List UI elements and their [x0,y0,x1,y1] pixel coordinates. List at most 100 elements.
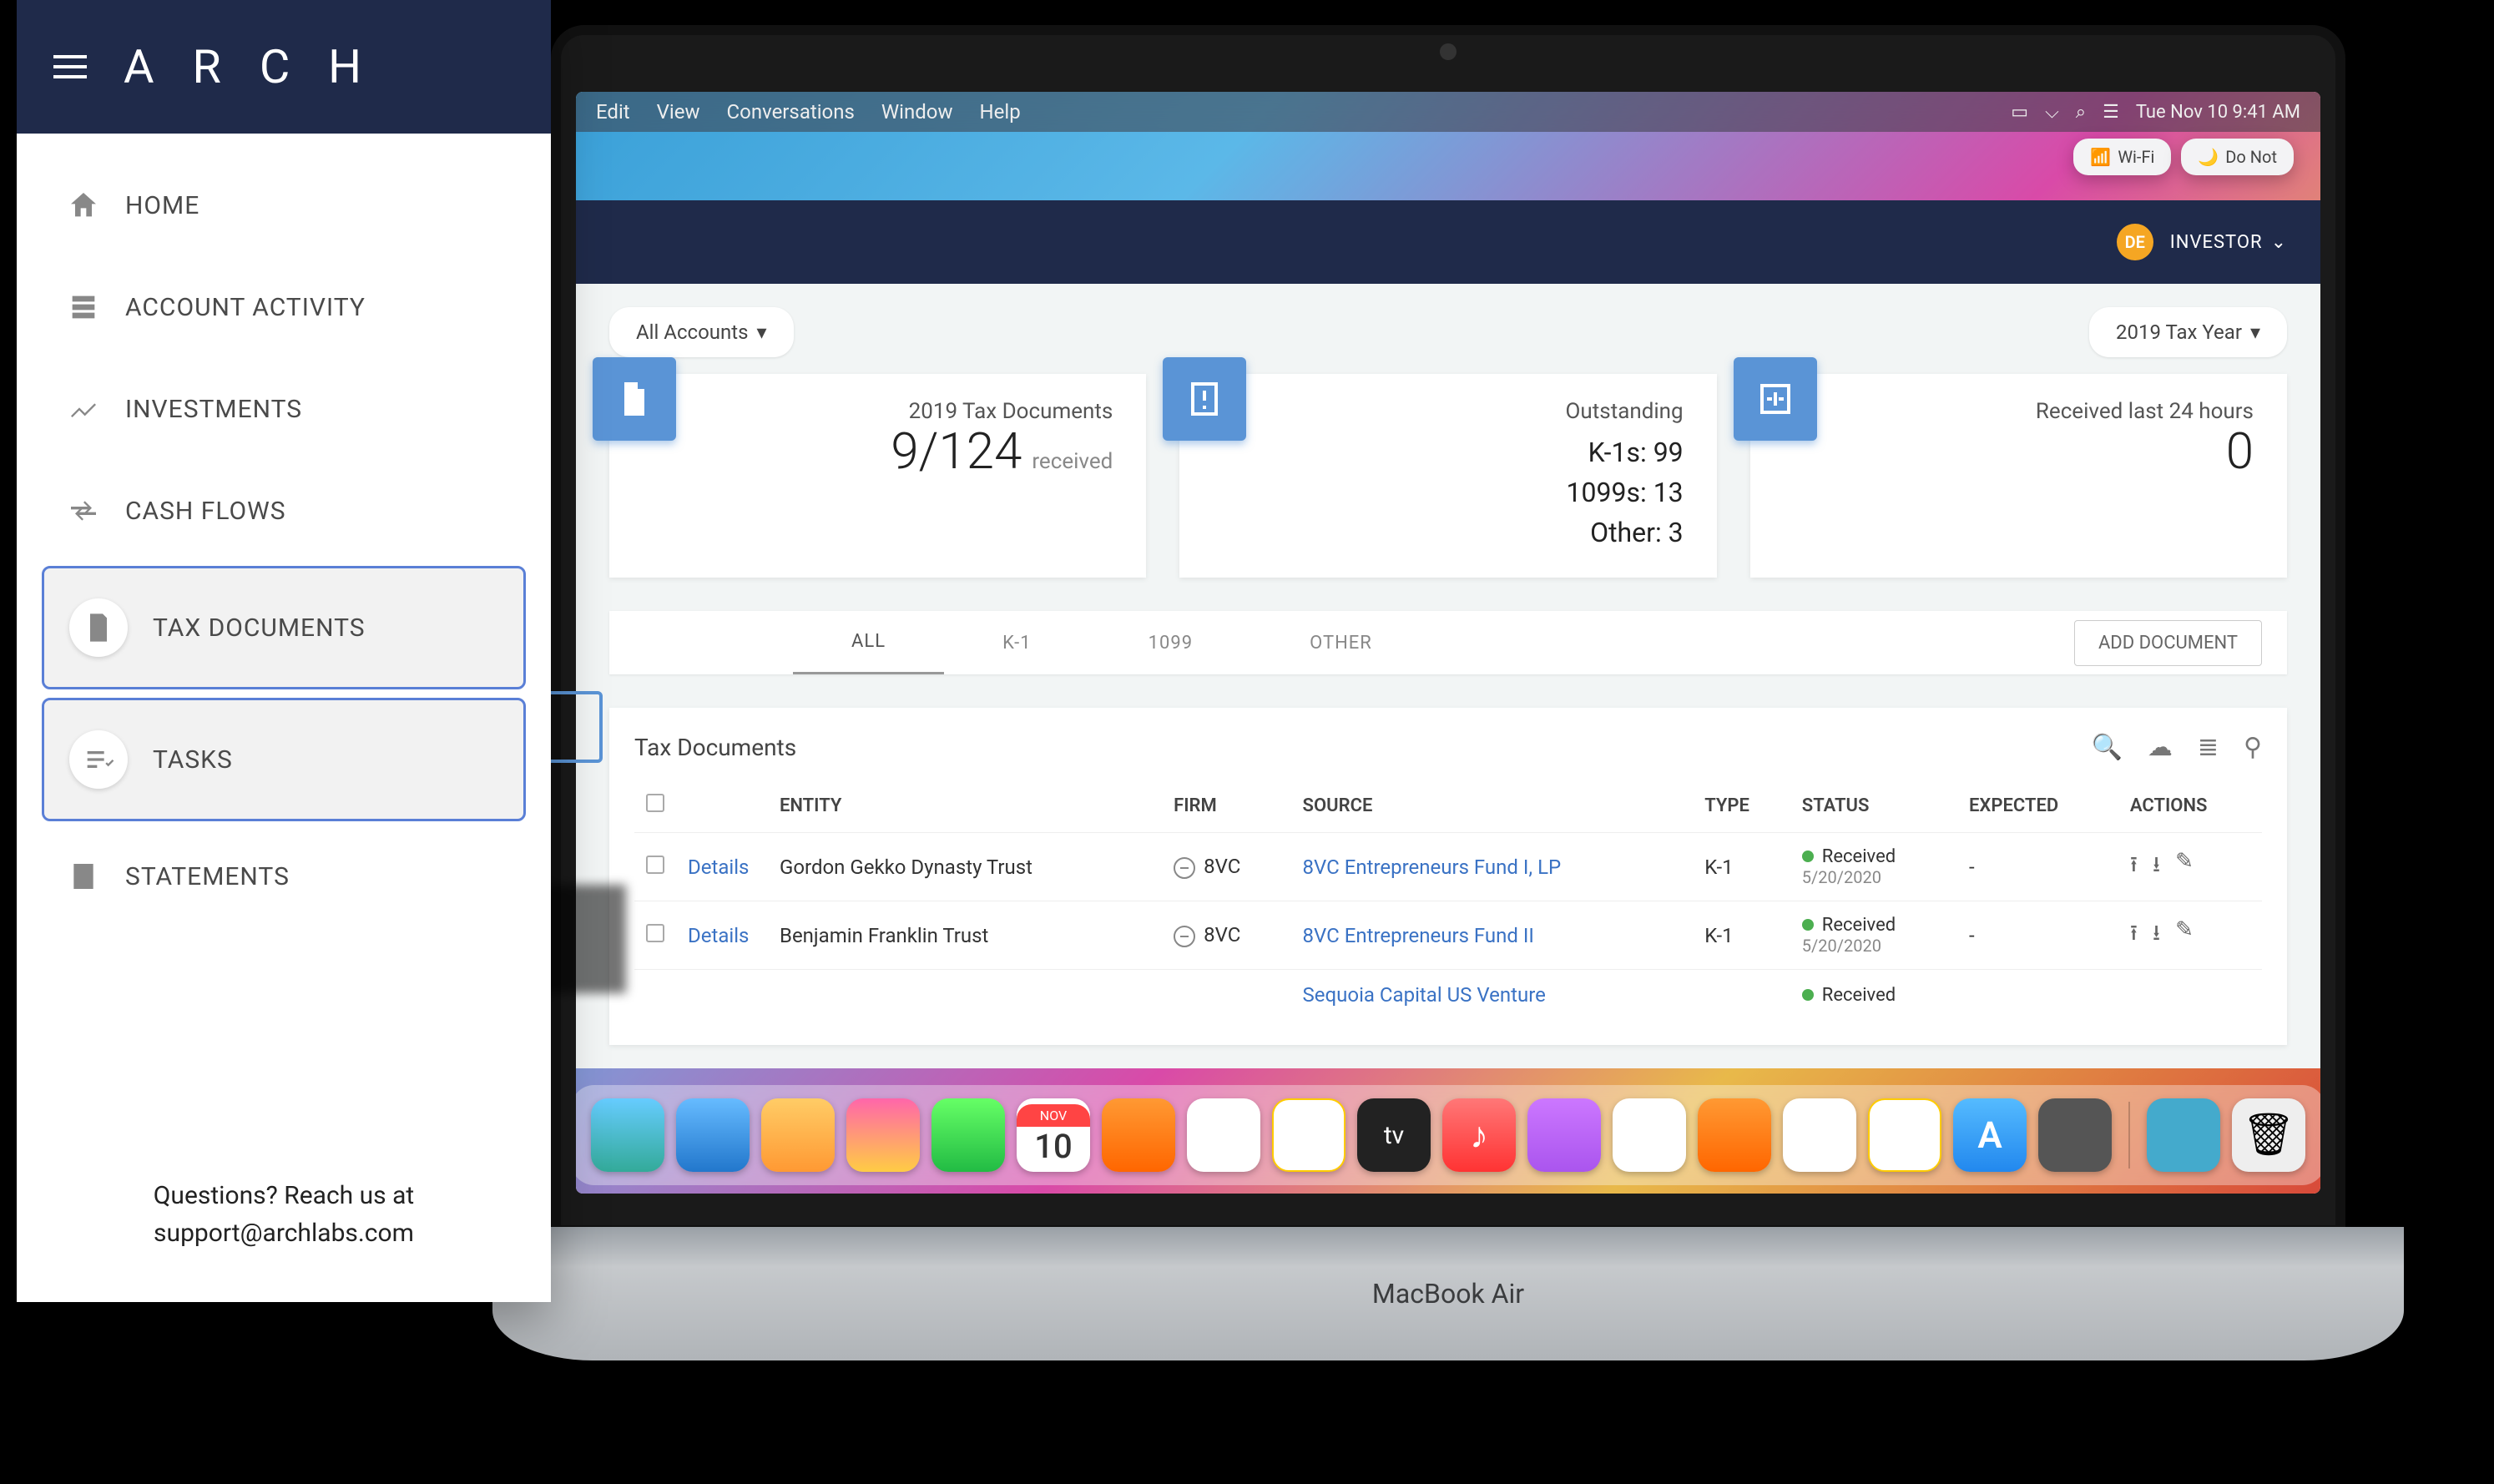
col-status[interactable]: STATUS [1790,779,1957,833]
dock-app-settings[interactable] [2038,1098,2112,1172]
col-type[interactable]: TYPE [1693,779,1790,833]
dock-app-tv[interactable]: tv [1357,1098,1431,1172]
dock-app-news[interactable] [1613,1098,1686,1172]
col-source[interactable]: SOURCE [1291,779,1694,833]
cell-source[interactable]: 8VC Entrepreneurs Fund I, LP [1291,833,1694,901]
support-line1: Questions? Reach us at [50,1177,517,1214]
tab-other[interactable]: OTHER [1251,613,1431,674]
cell-entity: Gordon Gekko Dynasty Trust [768,833,1162,901]
dock-app-reminders[interactable] [1187,1098,1260,1172]
sidebar-item-statements[interactable]: STATEMENTS [42,830,526,923]
dock-app-pages[interactable] [1868,1098,1941,1172]
menubar-item[interactable]: Help [980,100,1021,124]
sidebar-item-home[interactable]: HOME [42,159,526,252]
sidebar-item-tasks[interactable]: TASKS [42,698,526,821]
upload-icon[interactable]: ⭱ [2130,849,2138,886]
upload-icon[interactable]: ⭱ [2130,917,2138,954]
menubar-item[interactable]: View [657,100,700,124]
menubar-item[interactable]: Window [881,100,953,124]
menubar-item[interactable]: Edit [596,100,630,124]
alert-icon [1163,357,1246,441]
select-all-checkbox[interactable] [646,794,664,812]
row-checkbox[interactable] [646,924,664,942]
col-firm[interactable]: FIRM [1162,779,1290,833]
cell-firm: 8VC [1162,833,1290,901]
col-entity[interactable]: ENTITY [768,779,1162,833]
cell-expected: - [1957,901,2118,970]
year-filter[interactable]: 2019 Tax Year▾ [2089,307,2287,357]
caret-down-icon: ▾ [756,321,766,344]
menubar-item[interactable]: Conversations [727,100,855,124]
sidebar-footer: Questions? Reach us at support@archlabs.… [17,1152,551,1302]
cell-type: K-1 [1693,901,1790,970]
search-icon[interactable]: ⌕ [2076,102,2086,123]
dock-app-downloads[interactable] [2147,1098,2220,1172]
sidebar-item-investments[interactable]: INVESTMENTS [42,362,526,456]
status-dot-icon [1802,851,1814,862]
dock-app-keynote[interactable] [1698,1098,1771,1172]
tab-k1[interactable]: K-1 [944,613,1090,674]
cell-type: K-1 [1693,833,1790,901]
doc-tabs: ALL K-1 1099 OTHER ADD DOCUMENT [609,611,2287,674]
add-document-button[interactable]: ADD DOCUMENT [2074,620,2262,666]
tab-1099[interactable]: 1099 [1090,613,1251,674]
wifi-icon: ⌵ [2045,102,2059,123]
download-icon[interactable]: ⭳ [2153,917,2160,954]
search-icon[interactable]: 🔍 [2092,733,2123,762]
edit-icon[interactable]: ✎ [2175,917,2194,954]
cloud-download-icon[interactable]: ☁ [2148,733,2173,762]
dock-app-music[interactable]: ♪ [1442,1098,1516,1172]
dock-app-mail[interactable] [676,1098,750,1172]
card-title: Outstanding [1566,399,1684,424]
summary-cards: 2019 Tax Documents 9/124 received Outsta… [576,374,2320,611]
control-center-popup: 📶Wi-Fi 🌙Do Not [2073,139,2294,175]
tasks-icon [69,730,128,789]
sidebar-item-label: CASH FLOWS [125,497,286,526]
accounts-filter[interactable]: All Accounts▾ [609,307,794,357]
columns-icon[interactable]: ≣ [2198,733,2219,762]
sidebar-item-tax-documents[interactable]: TAX DOCUMENTS [42,566,526,689]
avatar[interactable]: DE [2117,224,2153,260]
user-role-dropdown[interactable]: INVESTOR ⌄ [2170,232,2287,253]
details-link[interactable]: Details [688,856,749,879]
card-recent: Received last 24 hours 0 [1750,374,2287,578]
sidebar-item-cash-flows[interactable]: CASH FLOWS [42,464,526,558]
tab-all[interactable]: ALL [793,611,944,674]
hamburger-icon[interactable] [53,55,87,78]
table-title: Tax Documents [634,734,796,761]
table-row: Details Gordon Gekko Dynasty Trust 8VC 8… [634,833,2262,901]
control-center-icon[interactable]: ☰ [2103,102,2119,123]
sidebar-item-label: STATEMENTS [125,862,290,891]
support-email[interactable]: support@archlabs.com [50,1214,517,1252]
filter-icon[interactable]: ⚲ [2244,733,2262,762]
dock-app-trash[interactable]: 🗑 [2232,1098,2305,1172]
dock-app-contacts[interactable] [1102,1098,1175,1172]
dock-app-photos[interactable] [846,1098,920,1172]
recent-count: 0 [2226,424,2254,479]
dock-app-podcasts[interactable] [1527,1098,1601,1172]
dock-separator [2128,1102,2130,1169]
dock-app-messages[interactable] [591,1098,664,1172]
details-link[interactable]: Details [688,924,749,947]
table-row: Details Benjamin Franklin Trust 8VC 8VC … [634,901,2262,970]
dock-app-facetime[interactable] [931,1098,1005,1172]
dock-app-appstore[interactable]: A [1953,1098,2027,1172]
cell-status: Received5/20/2020 [1790,833,1957,901]
doc-icon [69,598,128,657]
col-expected[interactable]: EXPECTED [1957,779,2118,833]
dock-app-calendar[interactable]: NOV 10 [1017,1098,1090,1172]
dock-app-notes[interactable] [1272,1098,1345,1172]
dock-app-maps[interactable] [761,1098,835,1172]
sidebar-header: A R C H [17,0,551,134]
cell-expected: - [1957,833,2118,901]
dock-app-numbers[interactable] [1783,1098,1856,1172]
cc-dnd[interactable]: 🌙Do Not [2181,139,2294,175]
sidebar-item-account-activity[interactable]: ACCOUNT ACTIVITY [42,260,526,354]
download-icon[interactable]: ⭳ [2153,849,2160,886]
row-checkbox[interactable] [646,856,664,874]
filter-row: All Accounts▾ 2019 Tax Year▾ [576,284,2320,374]
cell-source[interactable]: 8VC Entrepreneurs Fund II [1291,901,1694,970]
cell-source[interactable]: Sequoia Capital US Venture [1303,983,1546,1007]
edit-icon[interactable]: ✎ [2175,849,2194,886]
cc-wifi[interactable]: 📶Wi-Fi [2073,139,2171,175]
